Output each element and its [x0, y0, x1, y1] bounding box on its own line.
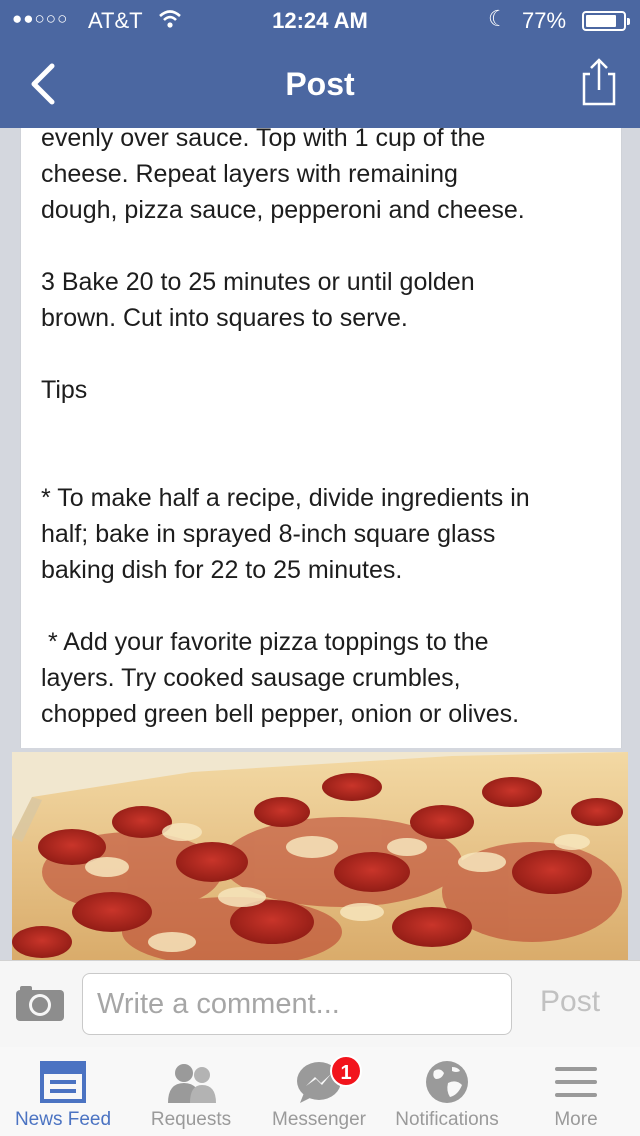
status-bar: ●●○○○ AT&T 12:24 AM ☾ 77%: [0, 0, 640, 40]
tab-messenger[interactable]: 1 Messenger: [256, 1047, 382, 1136]
messenger-icon: [256, 1059, 382, 1105]
tab-news-feed[interactable]: News Feed: [0, 1047, 126, 1136]
post-text-line: [41, 336, 606, 372]
notification-badge: 1: [330, 1055, 362, 1087]
menu-icon: [512, 1059, 640, 1105]
post-photo[interactable]: [12, 752, 628, 962]
share-icon: [582, 58, 616, 106]
tab-label: Notifications: [395, 1109, 499, 1130]
comment-input[interactable]: [82, 973, 512, 1035]
tab-label: Requests: [150, 1109, 232, 1130]
moon-icon: ☾: [488, 6, 508, 31]
camera-icon: [16, 986, 64, 1021]
post-text-line: evenly over sauce. Top with 1 cup of the: [41, 128, 486, 152]
share-button[interactable]: [572, 56, 624, 108]
tab-more[interactable]: More: [512, 1047, 640, 1136]
post-text-line: * To make half a recipe, divide ingredie…: [41, 484, 530, 512]
requests-icon: [128, 1059, 254, 1105]
tab-label: Messenger: [272, 1109, 366, 1130]
post-comment-button[interactable]: Post: [540, 985, 600, 1019]
post-text-line: cheese. Repeat layers with remaining: [41, 160, 458, 188]
pizza-bake-image: [12, 752, 628, 962]
tab-requests[interactable]: Requests: [128, 1047, 254, 1136]
post-card: evenly over sauce. Top with 1 cup of the…: [20, 128, 622, 748]
post-text-line: Tips: [41, 376, 88, 404]
post-text-line: dough, pizza sauce, pepperoni and cheese…: [41, 196, 525, 224]
post-body: evenly over sauce. Top with 1 cup of the…: [41, 128, 606, 732]
tab-notifications[interactable]: Notifications: [384, 1047, 510, 1136]
comment-bar: Post: [0, 960, 640, 1048]
top-bar: ●●○○○ AT&T 12:24 AM ☾ 77% Post: [0, 0, 640, 128]
post-text-line: [41, 444, 606, 480]
battery-percent: 77%: [522, 8, 567, 33]
tab-label: News Feed: [14, 1109, 112, 1130]
globe-icon: [384, 1059, 510, 1105]
post-text-line: [41, 408, 606, 444]
page-title: Post: [285, 66, 355, 102]
post-text-line: baking dish for 22 to 25 minutes.: [41, 556, 403, 584]
battery-icon: [582, 11, 630, 31]
post-text-line: 3 Bake 20 to 25 minutes or until golden: [41, 268, 475, 296]
post-text-line: layers. Try cooked sausage crumbles,: [41, 664, 461, 692]
camera-button[interactable]: [14, 983, 66, 1023]
post-text-line: * Add your favorite pizza toppings to th…: [41, 628, 489, 656]
post-text-line: brown. Cut into squares to serve.: [41, 304, 408, 332]
post-text-line: chopped green bell pepper, onion or oliv…: [41, 700, 520, 728]
tab-label: More: [554, 1109, 598, 1130]
post-text-line: [41, 588, 606, 624]
news-feed-icon: [0, 1059, 126, 1105]
tab-bar: News Feed Requests 1 Messenger Notificat…: [0, 1047, 640, 1136]
post-text-line: half; bake in sprayed 8-inch square glas…: [41, 520, 496, 548]
post-text-line: [41, 228, 606, 264]
